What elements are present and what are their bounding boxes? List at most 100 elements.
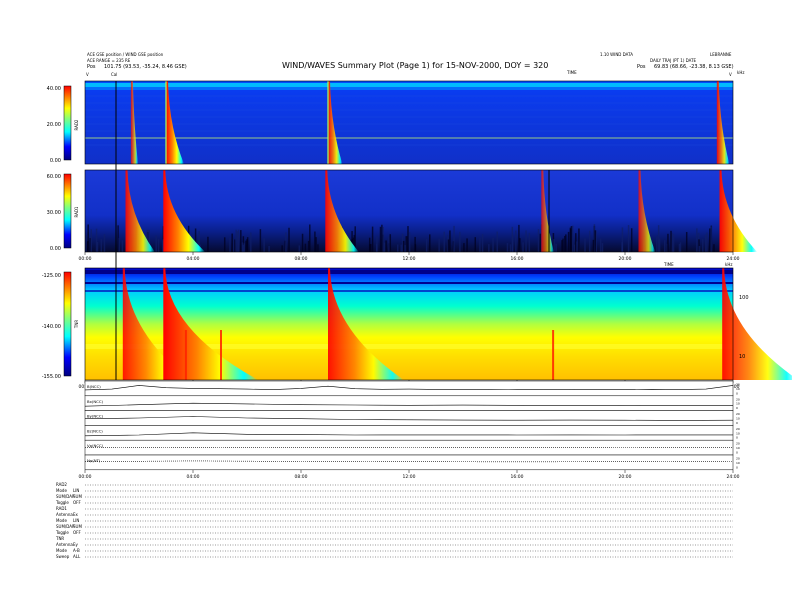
rad1-noise-streak bbox=[601, 243, 604, 252]
lines-time-tick-label: 16:00 bbox=[511, 474, 524, 480]
line-panel-label: Bx(NCC) bbox=[87, 399, 103, 404]
lines-time-tick-label: 04:00 bbox=[187, 474, 200, 480]
rad1-noise-streak bbox=[90, 229, 92, 252]
rad1-noise-streak bbox=[506, 243, 509, 252]
rad1-time-tick-label: 16:00 bbox=[511, 256, 524, 262]
line-panel-frame bbox=[84, 454, 734, 471]
footer-rad2-value: LIN bbox=[73, 488, 79, 493]
rad1-noise-streak bbox=[85, 235, 87, 252]
rad1-noise-streak bbox=[459, 231, 461, 252]
rad1-noise-streak bbox=[553, 238, 555, 252]
rad1-noise-streak bbox=[288, 227, 290, 252]
footer-tnr-key: Antenna bbox=[56, 542, 73, 547]
rad1-noise-streak bbox=[281, 245, 283, 252]
rad2-band-top bbox=[85, 83, 733, 87]
rad1-noise-streak bbox=[672, 234, 675, 252]
rad1-noise-streak bbox=[562, 238, 564, 252]
line-panel-right-tick: 0 bbox=[736, 436, 738, 440]
footer-rad2-header: RAD2 bbox=[56, 482, 67, 487]
rad1-noise-streak bbox=[630, 228, 633, 252]
rad1-noise-streak bbox=[658, 238, 661, 252]
line-panel-right-tick: 20 bbox=[736, 456, 740, 460]
line-panel-right-tick: 20 bbox=[736, 427, 740, 431]
rad1-noise-streak bbox=[522, 242, 524, 252]
rad1-noise-streak bbox=[496, 231, 498, 252]
lines-time-tick-label: 12:00 bbox=[403, 474, 416, 480]
rad1-noise-streak bbox=[696, 228, 698, 252]
line-panel-right-tick: 10 bbox=[736, 431, 740, 435]
rad1-noise-streak bbox=[515, 230, 517, 252]
rad1-noise-streak bbox=[509, 244, 512, 252]
rad1-noise-streak bbox=[656, 235, 658, 252]
rad1-noise-streak bbox=[118, 237, 120, 252]
rad1-time-tick-label: 12:00 bbox=[403, 256, 416, 262]
rad1-time-tick-label: 20:00 bbox=[619, 256, 632, 262]
rad1-noise-streak bbox=[207, 236, 209, 252]
rad1-noise-streak bbox=[453, 225, 455, 252]
rad1-tick-top: 60.00 bbox=[47, 174, 61, 180]
rad1-noise-streak bbox=[100, 238, 103, 252]
rad1-colorbar bbox=[63, 173, 72, 249]
rad1-noise-streak bbox=[103, 234, 106, 252]
line-panel-right-tick: 20 bbox=[736, 397, 740, 401]
rad1-noise-streak bbox=[429, 234, 431, 252]
footer-tnr-header: TNR bbox=[55, 536, 64, 541]
rad1-noise-streak bbox=[710, 226, 712, 252]
tnr-band-dark2 bbox=[85, 282, 733, 284]
rad1-noise-streak bbox=[571, 225, 574, 252]
lines-time-tick-label: 08:00 bbox=[295, 474, 308, 480]
rad1-noise-streak bbox=[443, 231, 445, 252]
rad1-noise-streak bbox=[627, 225, 630, 252]
rad1-noise-streak bbox=[285, 232, 287, 252]
rad1-noise-streak bbox=[383, 242, 386, 252]
tnr-right-tick-10: 10 bbox=[739, 354, 745, 360]
rad1-noise-streak bbox=[389, 234, 392, 252]
line-panel-right-tick: 0 bbox=[736, 451, 738, 455]
footer-rad1-value: SUM bbox=[73, 524, 82, 529]
rad1-noise-streak bbox=[121, 240, 124, 252]
footer-rad1-value: Ex bbox=[73, 512, 79, 517]
footer-tnr-value: ALL bbox=[73, 554, 81, 559]
rad1-noise-streak bbox=[408, 232, 411, 252]
line-panel-label: B(NCC) bbox=[87, 384, 101, 389]
rad1-noise-streak bbox=[667, 233, 669, 252]
tnr-colorbar bbox=[63, 271, 72, 377]
rad1-noise-streak bbox=[479, 237, 481, 252]
rad1-noise-streak bbox=[474, 237, 477, 252]
line-panel-right-tick: 20 bbox=[736, 382, 740, 386]
line-panel-frame bbox=[84, 425, 734, 441]
tnr-tick-bot: -155.00 bbox=[42, 374, 61, 380]
lines-time-tick-label: 24:00 bbox=[727, 474, 740, 480]
rad1-noise-streak bbox=[382, 226, 384, 252]
rad1-noise-streak bbox=[528, 232, 531, 252]
rad1-noise-streak bbox=[592, 239, 595, 252]
tnr-spike-0 bbox=[184, 330, 187, 380]
tnr-tick-top: -125.00 bbox=[42, 273, 61, 279]
rad1-noise-streak bbox=[406, 236, 408, 252]
rad1-noise-streak bbox=[702, 238, 704, 252]
rad1-noise-streak bbox=[588, 230, 591, 252]
rad2-band-top2 bbox=[85, 87, 733, 90]
rad1-noise-streak bbox=[304, 243, 307, 252]
line-panel-right-tick: 10 bbox=[736, 446, 740, 450]
rad2-panel bbox=[85, 81, 733, 164]
rad1-noise-streak bbox=[578, 228, 580, 252]
rad2-colorbar bbox=[63, 85, 72, 161]
rad1-noise-streak bbox=[570, 226, 573, 252]
footer-tnr-key: Mode bbox=[56, 548, 67, 553]
rad1-noise-streak bbox=[438, 238, 440, 252]
rad1-label: RAD1 bbox=[74, 206, 79, 217]
footer-rad1-key: Mode bbox=[56, 518, 67, 523]
rad1-noise-streak bbox=[369, 244, 371, 252]
footer-rad2-value: OFF bbox=[73, 500, 81, 505]
line-panel-right-tick: 20 bbox=[736, 412, 740, 416]
rad1-noise-streak bbox=[447, 239, 450, 252]
tnr-right-tick-100: 100 bbox=[739, 295, 749, 301]
rad1-noise-streak bbox=[263, 238, 265, 252]
line-panel-label: Np(NT) bbox=[87, 458, 101, 463]
rad2-label: RAD2 bbox=[74, 119, 79, 130]
rad1-noise-streak bbox=[584, 238, 586, 252]
rad1-noise-streak bbox=[511, 235, 514, 252]
rad1-noise-streak bbox=[385, 240, 387, 252]
tnr-tick-mid: -140.00 bbox=[42, 324, 61, 330]
